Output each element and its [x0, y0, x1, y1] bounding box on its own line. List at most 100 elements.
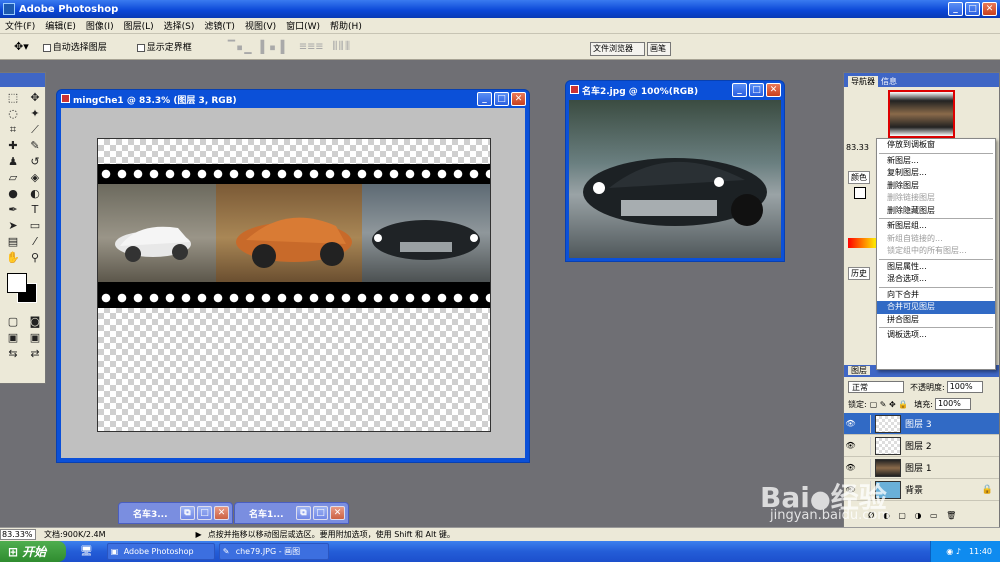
shape-tool-icon[interactable]: ▭ — [25, 219, 45, 233]
status-doc-size[interactable]: 文档:900K/2.4M — [44, 529, 106, 540]
color-panel-swatch[interactable] — [854, 187, 866, 199]
screen-mode-2-icon[interactable]: ▣ — [25, 331, 45, 345]
blur-tool-icon[interactable]: ● — [3, 187, 23, 201]
quicklaunch-icon[interactable]: 🖥 — [80, 546, 93, 557]
bucket-tool-icon[interactable]: ◈ — [25, 171, 45, 185]
file-browser-tab[interactable]: 文件浏览器 — [590, 42, 645, 56]
show-bounds-checkbox[interactable]: 显示定界框 — [136, 40, 192, 53]
menu-item-delete-hidden-layers[interactable]: 删除隐藏图层 — [877, 205, 995, 218]
menu-item-new-layer[interactable]: 新图层... — [877, 155, 995, 168]
taskbar-item-photoshop[interactable]: ▣ Adobe Photoshop — [106, 543, 215, 560]
marquee-tool-icon[interactable]: ⬚ — [3, 91, 23, 105]
zoom-tool-icon[interactable]: ⚲ — [25, 251, 45, 265]
lasso-tool-icon[interactable]: ◌ — [3, 107, 23, 121]
menu-item-layer-properties[interactable]: 图层属性... — [877, 261, 995, 274]
history-brush-icon[interactable]: ↺ — [25, 155, 45, 169]
start-button[interactable]: ⊞ 开始 — [0, 541, 66, 562]
doc-close-button[interactable]: ✕ — [511, 92, 526, 106]
toolbox-header[interactable] — [0, 73, 45, 87]
opacity-input[interactable]: 100% — [946, 381, 983, 393]
color-ramp[interactable] — [848, 238, 878, 248]
menu-item-blending-options[interactable]: 混合选项... — [877, 273, 995, 286]
clock[interactable]: 11:40 — [969, 547, 992, 556]
tab-info[interactable]: 信息 — [878, 76, 900, 87]
stamp-tool-icon[interactable]: ♟ — [3, 155, 23, 169]
menu-item-duplicate-layer[interactable]: 复制图层... — [877, 167, 995, 180]
minimized-window-car1[interactable]: 名车1... ⧉ □ ✕ — [234, 502, 349, 524]
tab-layers[interactable]: 图层 — [848, 366, 870, 375]
restore-button[interactable]: ⧉ — [296, 506, 311, 520]
menu-item-merge-down[interactable]: 向下合并 — [877, 289, 995, 302]
menu-edit[interactable]: 编辑(E) — [40, 19, 81, 32]
minimize-button[interactable]: _ — [948, 2, 963, 16]
taskbar-item-paint[interactable]: ✎ che79.JPG - 画图 — [218, 543, 329, 560]
document-window-main[interactable]: mingChe1 @ 83.3% (图层 3, RGB) _ □ ✕ — [56, 89, 530, 463]
quickmask-mode-icon[interactable]: ◙ — [25, 315, 45, 329]
menu-item-palette-options[interactable]: 调板选项... — [877, 329, 995, 342]
canvas-area[interactable] — [61, 108, 525, 458]
close-button[interactable]: ✕ — [214, 506, 229, 520]
hand-tool-icon[interactable]: ✋ — [3, 251, 23, 265]
menu-item-dock-to-palette-well[interactable]: 停放到调板窗 — [877, 139, 995, 152]
distribute-buttons[interactable]: ≡≡≡ ⦀⦀⦀ — [299, 39, 351, 54]
maximize-button[interactable]: □ — [965, 2, 980, 16]
move-tool-icon[interactable]: ✥▾ — [14, 40, 29, 53]
doc-minimize-button[interactable]: _ — [477, 92, 492, 106]
minimized-window-car3[interactable]: 名车3... ⧉ □ ✕ — [118, 502, 233, 524]
dodge-tool-icon[interactable]: ◐ — [25, 187, 45, 201]
screen-mode-1-icon[interactable]: ▣ — [3, 331, 23, 345]
car-photo-large[interactable] — [569, 100, 781, 258]
menu-help[interactable]: 帮助(H) — [325, 19, 367, 32]
imageready-icon[interactable]: ⇄ — [25, 347, 45, 361]
tab-navigator[interactable]: 导航器 — [848, 76, 878, 87]
pen-tool-icon[interactable]: ✒ — [3, 203, 23, 217]
document-titlebar[interactable]: mingChe1 @ 83.3% (图层 3, RGB) _ □ ✕ — [57, 90, 529, 108]
magic-wand-icon[interactable]: ✦ — [25, 107, 45, 121]
navigator-thumbnail[interactable] — [888, 90, 955, 138]
doc-minimize-button[interactable]: _ — [732, 83, 747, 97]
notes-tool-icon[interactable]: ▤ — [3, 235, 23, 249]
eye-icon[interactable]: 👁 — [844, 419, 857, 428]
brushes-tab[interactable]: 画笔 — [647, 42, 671, 56]
maximize-button[interactable]: □ — [313, 506, 328, 520]
document-titlebar[interactable]: 名车2.jpg @ 100%(RGB) _ □ ✕ — [566, 81, 784, 99]
crop-tool-icon[interactable]: ⌗ — [3, 123, 23, 137]
brush-link-icon[interactable] — [857, 414, 871, 433]
blend-mode-select[interactable]: 正常 — [848, 381, 904, 393]
menu-item-new-layer-set[interactable]: 新图层组... — [877, 220, 995, 233]
menu-filter[interactable]: 滤镜(T) — [199, 19, 240, 32]
restore-button[interactable]: ⧉ — [180, 506, 195, 520]
menu-layer[interactable]: 图层(L) — [119, 19, 159, 32]
move-tool-icon[interactable]: ✥ — [25, 91, 45, 105]
doc-close-button[interactable]: ✕ — [766, 83, 781, 97]
foreground-color-swatch[interactable] — [7, 273, 27, 293]
layer-row[interactable]: 👁 图层 2 — [844, 435, 999, 457]
standard-mode-icon[interactable]: ▢ — [3, 315, 23, 329]
tab-history[interactable]: 历史 — [848, 267, 870, 280]
navigator-zoom[interactable]: 83.33 — [846, 143, 869, 152]
close-button[interactable]: ✕ — [330, 506, 345, 520]
auto-select-checkbox[interactable]: 自动选择图层 — [42, 40, 107, 53]
doc-maximize-button[interactable]: □ — [749, 83, 764, 97]
eye-icon[interactable]: 👁 — [844, 463, 857, 472]
color-swatches[interactable] — [3, 273, 42, 307]
menu-image[interactable]: 图像(I) — [81, 19, 119, 32]
menu-window[interactable]: 窗口(W) — [281, 19, 325, 32]
menu-item-merge-visible[interactable]: 合并可见图层 — [877, 301, 995, 314]
tab-color[interactable]: 颜色 — [848, 171, 870, 184]
layer-row[interactable]: 👁 图层 3 — [844, 413, 999, 435]
type-tool-icon[interactable]: T — [25, 203, 45, 217]
menu-item-delete-layer[interactable]: 删除图层 — [877, 180, 995, 193]
close-button[interactable]: ✕ — [982, 2, 997, 16]
status-zoom[interactable]: 83.33% — [0, 529, 36, 540]
path-select-icon[interactable]: ➤ — [3, 219, 23, 233]
maximize-button[interactable]: □ — [197, 506, 212, 520]
eraser-tool-icon[interactable]: ▱ — [3, 171, 23, 185]
menu-file[interactable]: 文件(F) — [0, 19, 40, 32]
eye-icon[interactable]: 👁 — [844, 441, 857, 450]
eyedropper-icon[interactable]: ⁄ — [25, 235, 45, 249]
slice-tool-icon[interactable]: ⟋ — [25, 123, 45, 137]
menu-view[interactable]: 视图(V) — [240, 19, 281, 32]
lock-icons[interactable]: ▢ ✎ ✥ 🔒 — [870, 400, 909, 409]
doc-maximize-button[interactable]: □ — [494, 92, 509, 106]
